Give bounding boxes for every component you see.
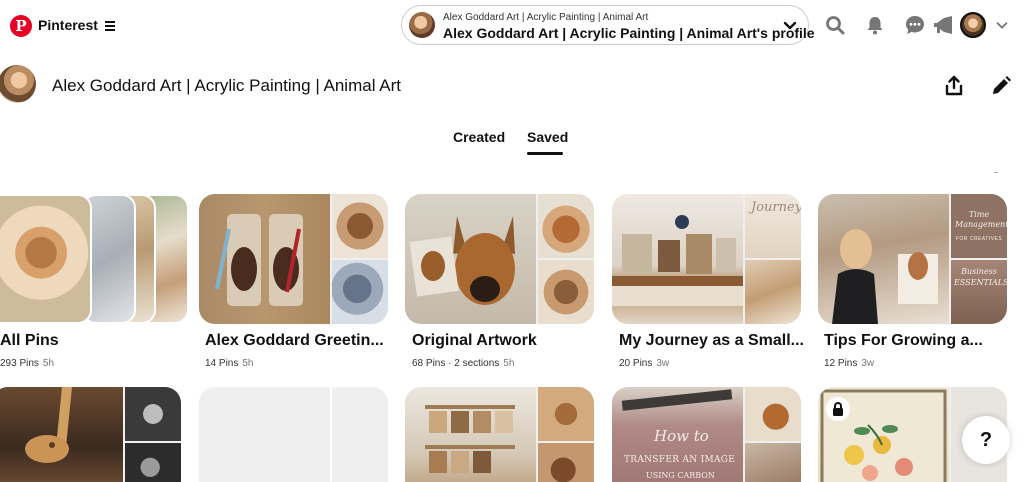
board-cover-image [405,194,536,324]
pinterest-logo[interactable]: P [10,15,32,37]
board-title: All Pins [0,332,59,349]
cover-caption: USING CARBON [646,471,715,480]
board-title: Tips For Growing a... [824,332,983,349]
cover-caption: Time Management [955,210,1007,229]
board-cover-image: How to TRANSFER AN IMAGE USING CARBON [612,387,743,482]
board-meta: 12 Pins 3w [824,358,874,369]
board-cover-image: Time Management FOR CREATIVES [951,194,1007,258]
chevron-down-icon[interactable] [782,17,798,33]
avatar[interactable] [960,12,986,38]
profile-switcher[interactable]: Alex Goddard Art | Acrylic Painting | An… [401,5,815,45]
board-cover-image [612,194,743,324]
board-card-all-pins[interactable]: All Pins 293 Pins 5h [0,194,190,374]
board-cover-empty[interactable] [199,387,388,482]
megaphone-icon[interactable] [931,13,955,37]
cover-caption: How to [654,427,709,445]
pin-count: 20 Pins [619,358,653,369]
board-cover [405,194,594,324]
profile-avatar[interactable] [0,65,36,103]
board-card-my-journey[interactable]: Journey My Journey as a Small... 20 Pins… [612,194,808,374]
board-card-original-artwork[interactable]: Original Artwork 68 Pins · 2 sections 5h [405,194,601,374]
lock-icon [826,397,850,421]
board-cover-image [745,443,801,482]
board-meta: 293 Pins 5h [0,358,54,369]
board-title: My Journey as a Small... [619,332,804,349]
board-cover-image [538,194,594,258]
cover-caption: Business ESSENTIALS [954,267,1007,287]
cover-caption: FOR CREATIVES [955,236,1003,242]
scroll-indicator [994,172,998,173]
cover-divider [330,387,332,482]
cover-caption: Journey [751,200,801,215]
board-cover-image [538,260,594,324]
pin-count: 68 Pins · 2 sections [412,358,500,369]
board-cover[interactable] [0,387,181,482]
board-cover-image [0,194,92,324]
board-cover-image: Journey [745,194,801,258]
avatar [409,12,435,38]
profile-switcher-title: Alex Goddard Art | Acrylic Painting | An… [443,25,815,41]
chevron-down-icon[interactable] [992,13,1012,37]
tab-created[interactable]: Created [453,129,505,145]
board-cover-image [538,387,594,441]
pin-count: 14 Pins [205,358,239,369]
board-card-tips-growing[interactable]: Time Management FOR CREATIVES Business E… [818,194,1014,374]
board-title: Original Artwork [412,332,537,349]
board-updated-time: 5h [42,358,55,369]
brand-name: Pinterest [38,17,98,33]
pin-count: 293 Pins [0,358,39,369]
profile-title: Alex Goddard Art | Acrylic Painting | An… [52,76,401,95]
board-cover: Journey [612,194,801,324]
brand-menu[interactable]: Pinterest [38,17,115,33]
board-cover-image: Business ESSENTIALS [951,260,1007,324]
board-card-greeting-cards[interactable]: Alex Goddard Greetin... 14 Pins 5h [199,194,395,374]
board-cover-image [0,387,123,482]
board-cover[interactable]: How to TRANSFER AN IMAGE USING CARBON [612,387,801,482]
board-cover [199,194,388,324]
profile-switcher-subtitle: Alex Goddard Art | Acrylic Painting | An… [443,12,649,23]
board-updated-time: 5h [242,358,254,369]
help-button[interactable]: ? [962,416,1010,464]
board-meta: 20 Pins 3w [619,358,669,369]
board-cover-image [818,194,949,324]
search-icon[interactable] [823,13,847,37]
pin-count: 12 Pins [824,358,858,369]
share-icon[interactable] [942,74,966,98]
cover-caption: TRANSFER AN IMAGE [624,455,736,465]
board-title: Alex Goddard Greetin... [205,332,384,349]
board-updated-time: 3w [656,358,670,369]
board-cover-image [745,260,801,324]
board-cover-image [125,387,181,441]
board-cover-image [405,387,536,482]
chat-icon[interactable] [903,13,927,37]
profile-tabs: Created Saved [0,129,1024,159]
pinterest-logo-letter: P [15,16,27,35]
board-updated-time: 3w [861,358,875,369]
board-updated-time: 5h [503,358,515,369]
pencil-icon[interactable] [989,74,1013,98]
board-cover-image [745,387,801,441]
board-cover-image [199,194,330,324]
board-meta: 68 Pins · 2 sections 5h [412,358,514,369]
board-cover-image [538,443,594,482]
board-cover-image [125,443,181,482]
menu-icon[interactable] [104,20,115,31]
tab-saved[interactable]: Saved [527,129,568,145]
tab-active-indicator [527,152,563,155]
board-cover: Time Management FOR CREATIVES Business E… [818,194,1007,324]
board-cover-image [332,194,388,258]
board-cover[interactable] [405,387,594,482]
board-cover-image [332,260,388,324]
bell-icon[interactable] [863,13,887,37]
board-meta: 14 Pins 5h [205,358,253,369]
